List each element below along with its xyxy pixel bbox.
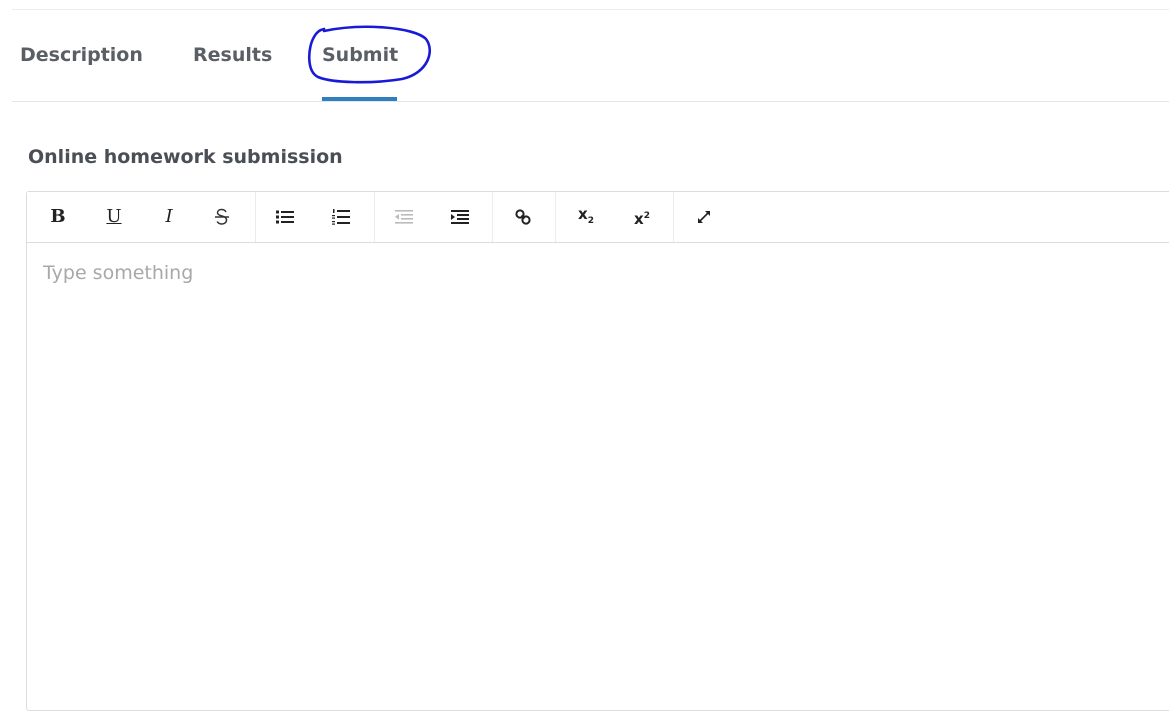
italic-button[interactable]: I xyxy=(155,204,183,230)
tab-description[interactable]: Description xyxy=(20,42,143,68)
indent-icon xyxy=(451,210,469,224)
bullet-list-icon xyxy=(276,210,294,224)
editor-body xyxy=(27,243,1169,710)
active-tab-indicator xyxy=(322,97,397,101)
strikethrough-icon xyxy=(215,208,229,225)
subscript-mark: 2 xyxy=(587,215,594,226)
numbered-list-button[interactable] xyxy=(327,204,355,230)
outdent-button[interactable] xyxy=(390,204,418,230)
section-title: Online homework submission xyxy=(28,146,343,168)
bold-button[interactable]: B xyxy=(44,204,72,230)
superscript-icon: x2 xyxy=(634,203,650,232)
numbered-list-icon xyxy=(332,209,350,225)
superscript-button[interactable]: x2 xyxy=(628,204,656,230)
tab-results[interactable]: Results xyxy=(193,42,272,68)
subscript-button[interactable]: x2 xyxy=(572,204,600,230)
homework-text-input[interactable] xyxy=(43,262,1159,691)
rich-text-editor: B U I x2 x2 Type something xyxy=(26,191,1169,711)
subscript-icon: x2 xyxy=(578,201,594,234)
fullscreen-icon xyxy=(698,211,710,223)
strikethrough-button[interactable] xyxy=(208,204,236,230)
editor-toolbar: B U I x2 x2 xyxy=(27,192,1169,243)
underline-button[interactable]: U xyxy=(100,204,128,230)
superscript-mark: 2 xyxy=(643,210,650,221)
tab-bar: Description Results Submit xyxy=(12,10,1169,102)
underline-icon: U xyxy=(106,206,122,227)
fullscreen-button[interactable] xyxy=(690,204,718,230)
bullet-list-button[interactable] xyxy=(271,204,299,230)
outdent-icon xyxy=(395,210,413,224)
link-button[interactable] xyxy=(509,204,537,230)
indent-button[interactable] xyxy=(446,204,474,230)
bold-icon: B xyxy=(50,206,66,227)
link-icon xyxy=(515,209,531,225)
superscript-base: x xyxy=(634,209,644,228)
subscript-base: x xyxy=(578,204,588,223)
italic-icon: I xyxy=(165,206,173,227)
tab-submit[interactable]: Submit xyxy=(322,42,398,68)
